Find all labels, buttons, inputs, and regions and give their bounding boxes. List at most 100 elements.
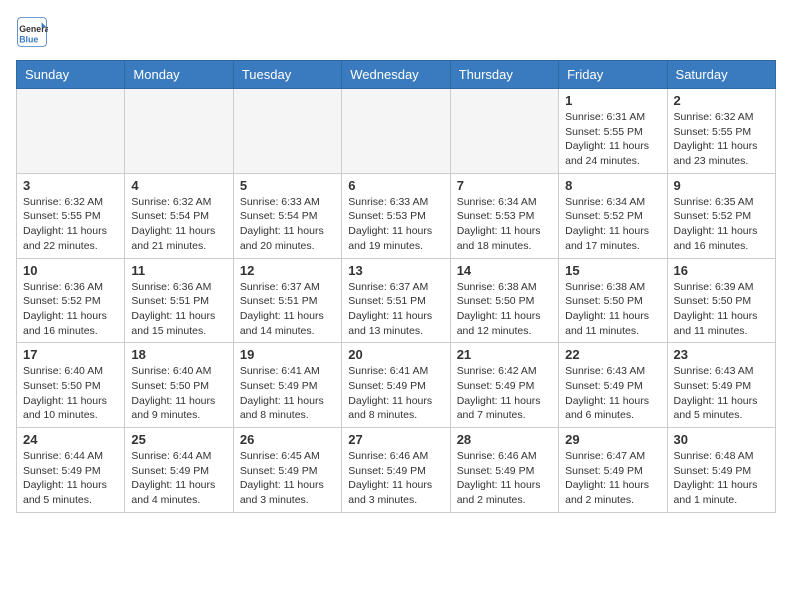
day-number: 11: [131, 263, 226, 278]
day-cell: [233, 89, 341, 174]
day-info: Sunrise: 6:34 AM Sunset: 5:52 PM Dayligh…: [565, 195, 660, 254]
day-info: Sunrise: 6:33 AM Sunset: 5:54 PM Dayligh…: [240, 195, 335, 254]
day-info: Sunrise: 6:43 AM Sunset: 5:49 PM Dayligh…: [565, 364, 660, 423]
day-info: Sunrise: 6:42 AM Sunset: 5:49 PM Dayligh…: [457, 364, 552, 423]
day-cell: 10 Sunrise: 6:36 AM Sunset: 5:52 PM Dayli…: [17, 258, 125, 343]
day-info: Sunrise: 6:32 AM Sunset: 5:54 PM Dayligh…: [131, 195, 226, 254]
day-cell: 22 Sunrise: 6:43 AM Sunset: 5:49 PM Dayli…: [559, 343, 667, 428]
day-number: 2: [674, 93, 769, 108]
weekday-header-row: SundayMondayTuesdayWednesdayThursdayFrid…: [17, 61, 776, 89]
day-number: 24: [23, 432, 118, 447]
day-number: 8: [565, 178, 660, 193]
day-number: 17: [23, 347, 118, 362]
day-number: 27: [348, 432, 443, 447]
day-info: Sunrise: 6:32 AM Sunset: 5:55 PM Dayligh…: [23, 195, 118, 254]
day-number: 9: [674, 178, 769, 193]
day-info: Sunrise: 6:39 AM Sunset: 5:50 PM Dayligh…: [674, 280, 769, 339]
day-cell: 20 Sunrise: 6:41 AM Sunset: 5:49 PM Dayli…: [342, 343, 450, 428]
svg-text:Blue: Blue: [19, 34, 38, 44]
day-number: 1: [565, 93, 660, 108]
day-number: 5: [240, 178, 335, 193]
day-cell: 27 Sunrise: 6:46 AM Sunset: 5:49 PM Dayli…: [342, 428, 450, 513]
day-info: Sunrise: 6:32 AM Sunset: 5:55 PM Dayligh…: [674, 110, 769, 169]
day-info: Sunrise: 6:37 AM Sunset: 5:51 PM Dayligh…: [348, 280, 443, 339]
day-number: 21: [457, 347, 552, 362]
day-info: Sunrise: 6:48 AM Sunset: 5:49 PM Dayligh…: [674, 449, 769, 508]
day-info: Sunrise: 6:34 AM Sunset: 5:53 PM Dayligh…: [457, 195, 552, 254]
day-info: Sunrise: 6:47 AM Sunset: 5:49 PM Dayligh…: [565, 449, 660, 508]
day-info: Sunrise: 6:36 AM Sunset: 5:52 PM Dayligh…: [23, 280, 118, 339]
day-cell: 15 Sunrise: 6:38 AM Sunset: 5:50 PM Dayli…: [559, 258, 667, 343]
day-number: 10: [23, 263, 118, 278]
week-row-5: 24 Sunrise: 6:44 AM Sunset: 5:49 PM Dayli…: [17, 428, 776, 513]
day-number: 7: [457, 178, 552, 193]
day-cell: 16 Sunrise: 6:39 AM Sunset: 5:50 PM Dayli…: [667, 258, 775, 343]
day-cell: 18Sunrise: 6:40 AM Sunset: 5:50 PM Dayli…: [125, 343, 233, 428]
day-info: Sunrise: 6:37 AM Sunset: 5:51 PM Dayligh…: [240, 280, 335, 339]
day-cell: 30 Sunrise: 6:48 AM Sunset: 5:49 PM Dayli…: [667, 428, 775, 513]
header: General Blue: [16, 16, 776, 48]
day-cell: 24 Sunrise: 6:44 AM Sunset: 5:49 PM Dayli…: [17, 428, 125, 513]
day-cell: 7 Sunrise: 6:34 AM Sunset: 5:53 PM Daylig…: [450, 173, 558, 258]
weekday-header-thursday: Thursday: [450, 61, 558, 89]
day-cell: 29 Sunrise: 6:47 AM Sunset: 5:49 PM Dayli…: [559, 428, 667, 513]
day-info: Sunrise: 6:38 AM Sunset: 5:50 PM Dayligh…: [457, 280, 552, 339]
week-row-1: 1Sunrise: 6:31 AM Sunset: 5:55 PM Daylig…: [17, 89, 776, 174]
day-number: 12: [240, 263, 335, 278]
day-cell: 13 Sunrise: 6:37 AM Sunset: 5:51 PM Dayli…: [342, 258, 450, 343]
day-info: Sunrise: 6:44 AM Sunset: 5:49 PM Dayligh…: [23, 449, 118, 508]
day-cell: 9Sunrise: 6:35 AM Sunset: 5:52 PM Daylig…: [667, 173, 775, 258]
day-number: 4: [131, 178, 226, 193]
day-info: Sunrise: 6:36 AM Sunset: 5:51 PM Dayligh…: [131, 280, 226, 339]
day-number: 15: [565, 263, 660, 278]
logo: General Blue: [16, 16, 52, 48]
day-cell: 6Sunrise: 6:33 AM Sunset: 5:53 PM Daylig…: [342, 173, 450, 258]
week-row-4: 17 Sunrise: 6:40 AM Sunset: 5:50 PM Dayli…: [17, 343, 776, 428]
day-cell: 3 Sunrise: 6:32 AM Sunset: 5:55 PM Daylig…: [17, 173, 125, 258]
day-number: 26: [240, 432, 335, 447]
day-number: 3: [23, 178, 118, 193]
day-info: Sunrise: 6:41 AM Sunset: 5:49 PM Dayligh…: [240, 364, 335, 423]
day-cell: 8 Sunrise: 6:34 AM Sunset: 5:52 PM Daylig…: [559, 173, 667, 258]
day-cell: 25 Sunrise: 6:44 AM Sunset: 5:49 PM Dayli…: [125, 428, 233, 513]
day-number: 14: [457, 263, 552, 278]
day-cell: 28Sunrise: 6:46 AM Sunset: 5:49 PM Dayli…: [450, 428, 558, 513]
day-info: Sunrise: 6:38 AM Sunset: 5:50 PM Dayligh…: [565, 280, 660, 339]
day-cell: 1Sunrise: 6:31 AM Sunset: 5:55 PM Daylig…: [559, 89, 667, 174]
day-cell: 12 Sunrise: 6:37 AM Sunset: 5:51 PM Dayli…: [233, 258, 341, 343]
calendar: SundayMondayTuesdayWednesdayThursdayFrid…: [16, 60, 776, 513]
day-cell: 17 Sunrise: 6:40 AM Sunset: 5:50 PM Dayli…: [17, 343, 125, 428]
day-number: 22: [565, 347, 660, 362]
week-row-3: 10 Sunrise: 6:36 AM Sunset: 5:52 PM Dayli…: [17, 258, 776, 343]
day-info: Sunrise: 6:41 AM Sunset: 5:49 PM Dayligh…: [348, 364, 443, 423]
day-number: 18: [131, 347, 226, 362]
day-cell: [17, 89, 125, 174]
day-number: 19: [240, 347, 335, 362]
day-number: 23: [674, 347, 769, 362]
weekday-header-wednesday: Wednesday: [342, 61, 450, 89]
day-cell: 11 Sunrise: 6:36 AM Sunset: 5:51 PM Dayli…: [125, 258, 233, 343]
day-cell: 2 Sunrise: 6:32 AM Sunset: 5:55 PM Daylig…: [667, 89, 775, 174]
weekday-header-saturday: Saturday: [667, 61, 775, 89]
weekday-header-friday: Friday: [559, 61, 667, 89]
day-cell: 14 Sunrise: 6:38 AM Sunset: 5:50 PM Dayli…: [450, 258, 558, 343]
week-row-2: 3 Sunrise: 6:32 AM Sunset: 5:55 PM Daylig…: [17, 173, 776, 258]
day-number: 13: [348, 263, 443, 278]
day-number: 16: [674, 263, 769, 278]
day-info: Sunrise: 6:46 AM Sunset: 5:49 PM Dayligh…: [348, 449, 443, 508]
day-number: 30: [674, 432, 769, 447]
day-info: Sunrise: 6:40 AM Sunset: 5:50 PM Dayligh…: [23, 364, 118, 423]
day-number: 6: [348, 178, 443, 193]
day-cell: [450, 89, 558, 174]
day-cell: 5 Sunrise: 6:33 AM Sunset: 5:54 PM Daylig…: [233, 173, 341, 258]
day-info: Sunrise: 6:44 AM Sunset: 5:49 PM Dayligh…: [131, 449, 226, 508]
day-number: 20: [348, 347, 443, 362]
day-number: 25: [131, 432, 226, 447]
day-cell: 4 Sunrise: 6:32 AM Sunset: 5:54 PM Daylig…: [125, 173, 233, 258]
day-cell: [125, 89, 233, 174]
day-cell: 19 Sunrise: 6:41 AM Sunset: 5:49 PM Dayli…: [233, 343, 341, 428]
day-cell: 23Sunrise: 6:43 AM Sunset: 5:49 PM Dayli…: [667, 343, 775, 428]
weekday-header-monday: Monday: [125, 61, 233, 89]
day-cell: 26Sunrise: 6:45 AM Sunset: 5:49 PM Dayli…: [233, 428, 341, 513]
day-number: 29: [565, 432, 660, 447]
